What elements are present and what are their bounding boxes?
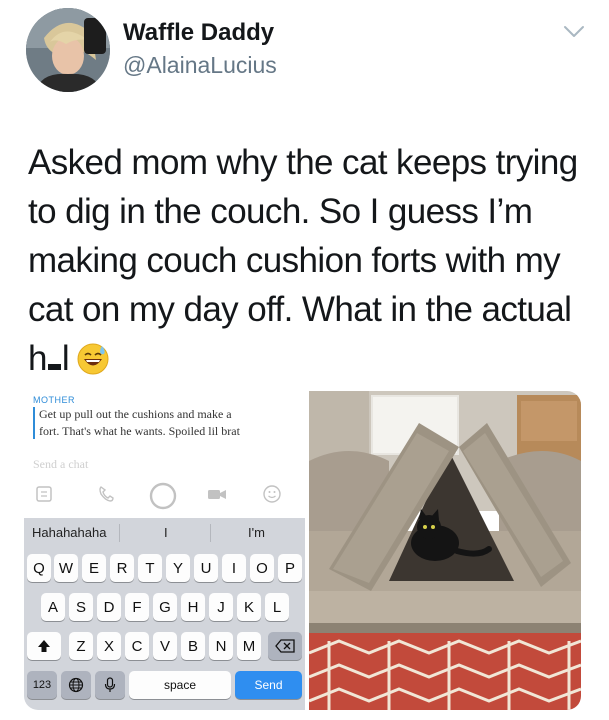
predictive-bar: Hahahahaha I I'm (24, 518, 305, 548)
key-i[interactable]: I (222, 554, 246, 582)
grinning-face-with-sweat-icon (77, 343, 109, 375)
key-y[interactable]: Y (166, 554, 190, 582)
keyboard: Hahahahaha I I'm Q W E R T Y U I O P A S… (24, 518, 305, 710)
prediction-divider (210, 524, 211, 542)
cat-fort-photo[interactable] (309, 391, 581, 710)
key-r[interactable]: R (110, 554, 134, 582)
cat-fort-photo-image (309, 391, 581, 710)
shift-arrow-icon (38, 640, 50, 652)
key-n[interactable]: N (209, 632, 233, 660)
key-a[interactable]: A (41, 593, 65, 621)
key-p[interactable]: P (278, 554, 302, 582)
key-s[interactable]: S (69, 593, 93, 621)
key-c[interactable]: C (125, 632, 149, 660)
numbers-key[interactable]: 123 (27, 671, 57, 699)
key-h[interactable]: H (181, 593, 205, 621)
key-g[interactable]: G (153, 593, 177, 621)
key-v[interactable]: V (153, 632, 177, 660)
avatar-image (26, 8, 110, 92)
microphone-key[interactable] (95, 671, 125, 699)
key-m[interactable]: M (237, 632, 261, 660)
tweet-line-last: hl (28, 334, 588, 383)
tweet-line: making couch cushion forts with my (28, 241, 561, 280)
tweet-line: Asked mom why the cat keeps trying (28, 143, 578, 182)
emoji-icon[interactable] (262, 484, 282, 504)
chevron-down-icon[interactable] (562, 24, 586, 40)
prediction-2[interactable]: I (164, 525, 168, 540)
key-l[interactable]: L (265, 593, 289, 621)
censored-word-end: l (61, 339, 70, 378)
prediction-3[interactable]: I'm (248, 525, 265, 540)
key-d[interactable]: D (97, 593, 121, 621)
snapchat-screenshot[interactable]: MOTHER Get up pull out the cushions and … (24, 391, 305, 710)
globe-icon (68, 677, 84, 693)
key-t[interactable]: T (138, 554, 162, 582)
key-z[interactable]: Z (69, 632, 93, 660)
tweet-line: cat on my day off. What in the actual (28, 290, 572, 329)
microphone-icon (104, 677, 116, 692)
chat-toolbar (24, 481, 305, 512)
key-o[interactable]: O (250, 554, 274, 582)
globe-key[interactable] (61, 671, 91, 699)
chat-message: Get up pull out the cushions and make a … (39, 406, 301, 440)
tweet-line: to dig in the couch. So I guess I’m (28, 192, 533, 231)
chat-sender-label: MOTHER (33, 395, 75, 405)
send-button[interactable]: Send (235, 671, 302, 699)
key-w[interactable]: W (54, 554, 78, 582)
capture-button[interactable] (148, 481, 178, 511)
backspace-icon (275, 639, 295, 653)
avatar[interactable] (26, 8, 110, 92)
video-icon[interactable] (206, 484, 228, 504)
censor-bar (47, 364, 61, 370)
chat-input[interactable]: Send a chat (33, 457, 88, 472)
phone-icon[interactable] (96, 484, 116, 504)
key-e[interactable]: E (82, 554, 106, 582)
backspace-key[interactable] (268, 632, 302, 660)
chat-message-line: fort. That's what he wants. Spoiled lil … (39, 424, 240, 438)
prediction-1[interactable]: Hahahahaha (32, 525, 106, 540)
sticker-icon[interactable] (34, 484, 54, 504)
key-b[interactable]: B (181, 632, 205, 660)
key-x[interactable]: X (97, 632, 121, 660)
key-u[interactable]: U (194, 554, 218, 582)
key-q[interactable]: Q (27, 554, 51, 582)
key-k[interactable]: K (237, 593, 261, 621)
display-name[interactable]: Waffle Daddy (123, 19, 274, 47)
key-j[interactable]: J (209, 593, 233, 621)
user-handle[interactable]: @AlainaLucius (123, 52, 277, 79)
prediction-divider (119, 524, 120, 542)
key-f[interactable]: F (125, 593, 149, 621)
censored-word-start: h (28, 339, 47, 378)
tweet-text: Asked mom why the cat keeps trying to di… (28, 138, 588, 383)
shift-key[interactable] (27, 632, 61, 660)
space-key[interactable]: space (129, 671, 231, 699)
chat-accent-bar (33, 407, 35, 439)
chat-message-line: Get up pull out the cushions and make a (39, 407, 232, 421)
